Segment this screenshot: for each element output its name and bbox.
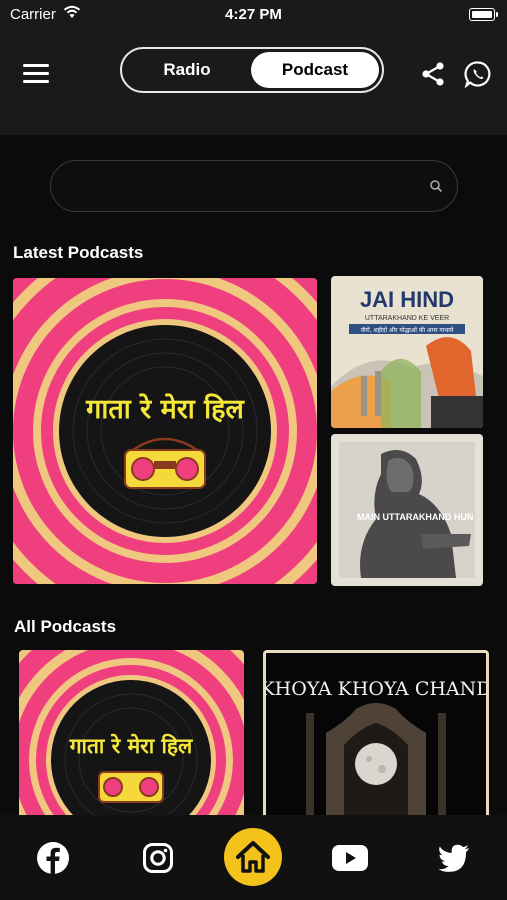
twitter-icon[interactable] — [438, 844, 470, 872]
instagram-icon[interactable] — [142, 842, 174, 874]
facebook-icon[interactable] — [36, 841, 70, 875]
podcast-cover-art: KHOYA KHOYA CHAND — [266, 653, 486, 817]
search-icon[interactable] — [429, 179, 443, 193]
podcast-art-title: गाता रे मेरा हिल — [85, 393, 245, 425]
clock: 4:27 PM — [225, 6, 282, 23]
podcast-card-gaata-re-mera-hill[interactable]: गाता रे मेरा हिल — [13, 278, 317, 584]
search-input[interactable] — [71, 173, 415, 201]
podcast-cover-art: MAIN UTTARAKHAND HUN — [331, 434, 483, 586]
app-header: Radio Podcast — [0, 30, 507, 135]
home-button[interactable] — [224, 828, 282, 886]
podcast-art-title: KHOYA KHOYA CHAND — [266, 678, 486, 700]
podcast-art-title: JAI HIND — [360, 287, 454, 312]
hamburger-menu-icon[interactable] — [23, 64, 49, 84]
home-icon — [236, 841, 270, 873]
battery-icon — [469, 8, 498, 21]
podcast-card-gaata-re-mera-hill[interactable]: गाता रे मेरा हिल — [19, 650, 244, 820]
podcast-card-khoya-khoya-chand[interactable]: KHOYA KHOYA CHAND — [263, 650, 489, 820]
share-icon[interactable] — [420, 61, 446, 87]
bottom-nav — [0, 815, 507, 900]
search-bar — [50, 160, 458, 212]
podcast-cover-art: गाता रे मेरा हिल — [13, 278, 317, 584]
all-podcasts-title: All Podcasts — [14, 617, 117, 636]
tab-radio[interactable]: Radio — [122, 49, 252, 91]
podcast-art-tagline: वीरों, शहीदों और योद्धाओं की अमर गाथायें — [361, 326, 454, 334]
podcast-art-title: गाता रे मेरा हिल — [69, 733, 193, 758]
podcast-card-jai-hind[interactable]: JAI HIND UTTARAKHAND KE VEER वीरों, शहीद… — [331, 276, 483, 428]
whatsapp-icon[interactable] — [464, 60, 492, 88]
tab-podcast[interactable]: Podcast — [251, 52, 379, 88]
podcast-cover-art: JAI HIND UTTARAKHAND KE VEER वीरों, शहीद… — [331, 276, 483, 428]
podcast-cover-art: गाता रे मेरा हिल — [19, 650, 244, 820]
podcast-art-title: MAIN UTTARAKHAND HUN — [357, 512, 473, 522]
podcast-card-main-uttarakhand-hun[interactable]: MAIN UTTARAKHAND HUN — [331, 434, 483, 586]
status-bar: Carrier 4:27 PM — [0, 0, 507, 30]
latest-podcasts-title: Latest Podcasts — [13, 243, 144, 262]
podcast-art-subtitle: UTTARAKHAND KE VEER — [365, 315, 449, 322]
youtube-icon[interactable] — [332, 845, 368, 871]
source-toggle: Radio Podcast — [120, 47, 384, 93]
